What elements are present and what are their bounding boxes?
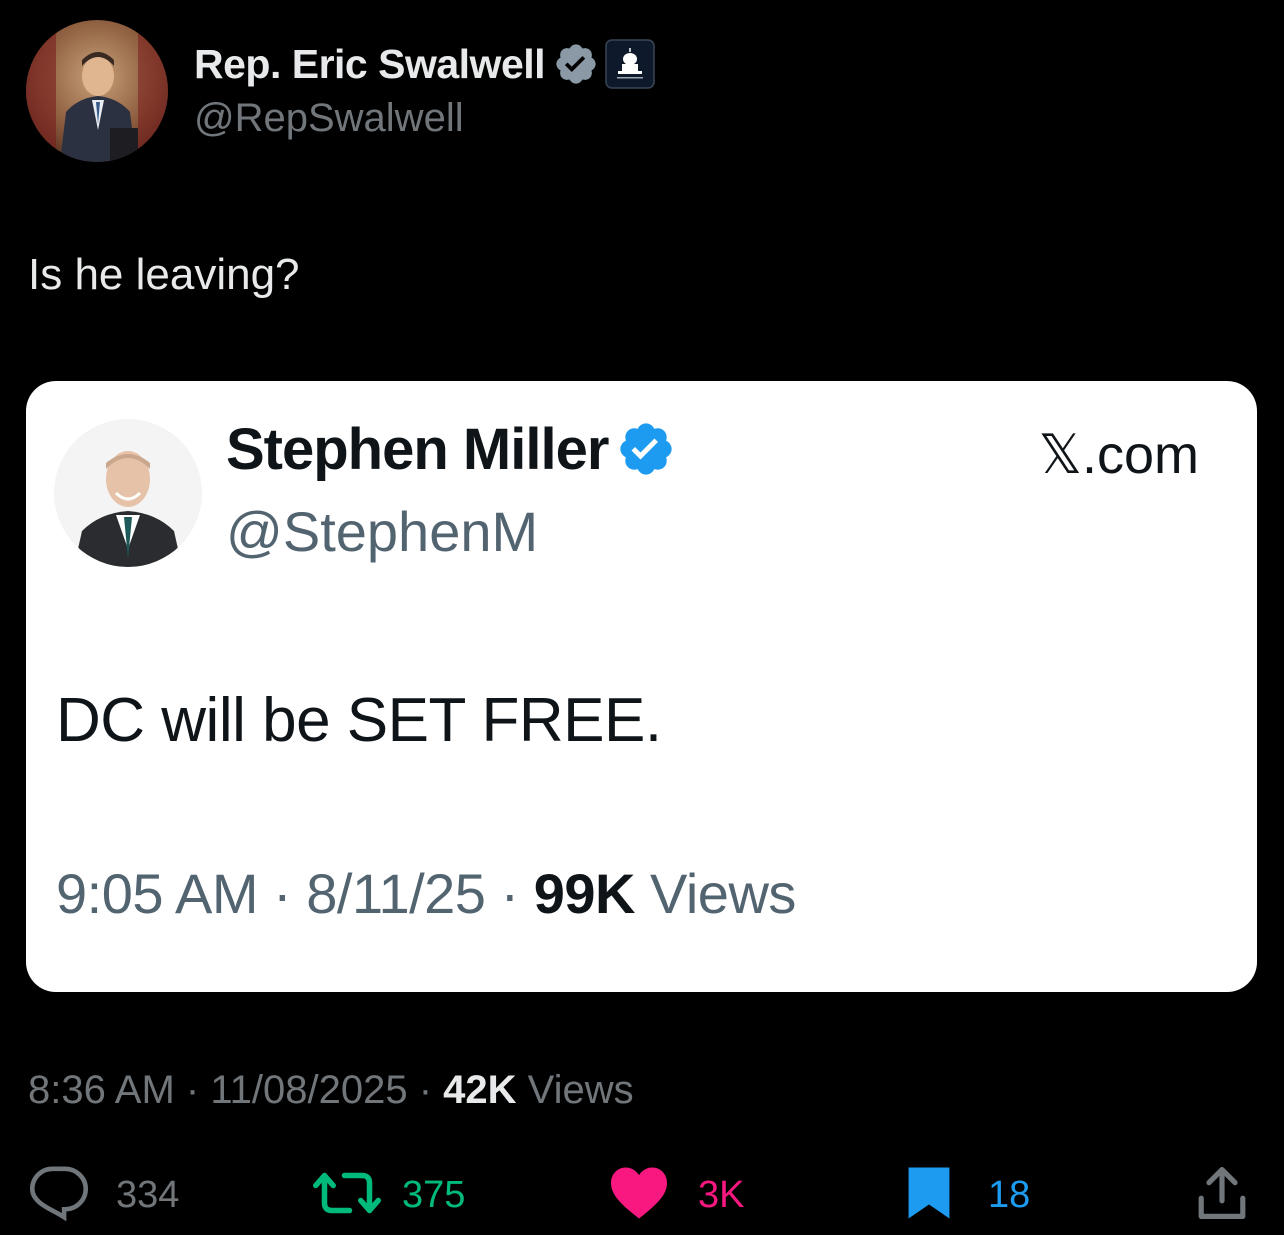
heart-icon [608,1165,670,1226]
post-text: Is he leaving? [28,250,300,299]
quoted-source: 𝕏.com [1038,425,1199,485]
share-icon [1196,1164,1248,1227]
like-count: 3K [698,1173,745,1216]
quoted-views-label: Views [650,862,796,925]
meta-separator: · [273,862,292,925]
meta-separator: · [500,862,520,925]
author-display-name[interactable]: Rep. Eric Swalwell [194,41,546,88]
post-time[interactable]: 8:36 AM [28,1068,175,1112]
post-views-label[interactable]: Views [528,1068,634,1112]
share-button[interactable] [1196,1160,1248,1230]
author-handle[interactable]: @RepSwalwell [194,96,655,141]
author-name-row: Rep. Eric Swalwell [194,39,655,89]
verified-badge-icon [616,419,676,479]
quoted-author-avatar [54,419,202,567]
quoted-views-count: 99K [533,862,636,925]
meta-separator: · [418,1068,433,1112]
quoted-date: 8/11/25 [306,862,486,925]
action-bar: 334 375 3K 18 [0,1160,1284,1230]
quoted-post-card[interactable]: Stephen Miller @StephenM 𝕏.com DC will b… [26,381,1257,992]
meta-separator: · [185,1068,200,1112]
bookmark-count: 18 [988,1173,1031,1216]
quoted-name-row: Stephen Miller [226,416,676,482]
post-header: Rep. Eric Swalwell @RepSwalwell [26,20,655,164]
bookmark-button[interactable]: 18 [906,1160,1030,1230]
repost-count: 375 [402,1173,466,1216]
post-date[interactable]: 11/08/2025 [210,1068,407,1112]
reply-count: 334 [116,1173,180,1216]
verified-badge-icon[interactable] [553,41,599,87]
capitol-icon[interactable] [605,39,655,89]
quoted-display-name: Stephen Miller [226,416,609,482]
reply-icon [28,1165,90,1226]
repost-button[interactable]: 375 [312,1160,465,1230]
post-meta: 8:36 AM · 11/08/2025 · 42K Views [28,1068,634,1113]
quoted-meta: 9:05 AM · 8/11/25 · 99K Views [56,861,796,926]
author-info: Rep. Eric Swalwell @RepSwalwell [194,39,655,141]
bookmark-icon [906,1164,952,1227]
reply-button[interactable]: 334 [28,1160,179,1230]
repost-icon [312,1168,382,1223]
quoted-time: 9:05 AM [56,862,258,925]
quoted-text: DC will be SET FREE. [56,686,662,755]
quoted-handle: @StephenM [226,500,539,563]
like-button[interactable]: 3K [608,1160,744,1230]
post-views-count[interactable]: 42K [443,1068,516,1112]
author-avatar[interactable] [26,20,168,162]
